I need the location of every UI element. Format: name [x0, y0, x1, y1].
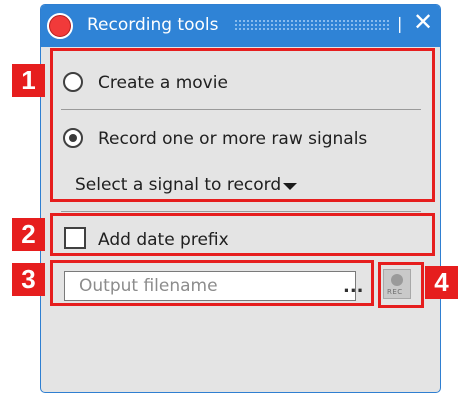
pin-icon[interactable]: ❘	[393, 14, 406, 33]
highlight-box-3	[50, 260, 374, 306]
callout-badge-2: 2	[12, 218, 45, 251]
drag-grip[interactable]	[234, 19, 390, 31]
callout-badge-3: 3	[12, 263, 45, 296]
record-dot-icon	[47, 13, 73, 39]
callout-badge-1: 1	[12, 64, 45, 97]
highlight-box-1	[50, 48, 435, 202]
window-title: Recording tools	[87, 15, 219, 35]
section2-divider	[61, 211, 421, 212]
highlight-box-4	[378, 262, 424, 308]
highlight-box-2	[50, 213, 435, 256]
close-icon[interactable]: ✕	[413, 10, 433, 34]
title-bar[interactable]: Recording tools ❘ ✕	[41, 5, 440, 47]
callout-badge-4: 4	[425, 266, 458, 299]
